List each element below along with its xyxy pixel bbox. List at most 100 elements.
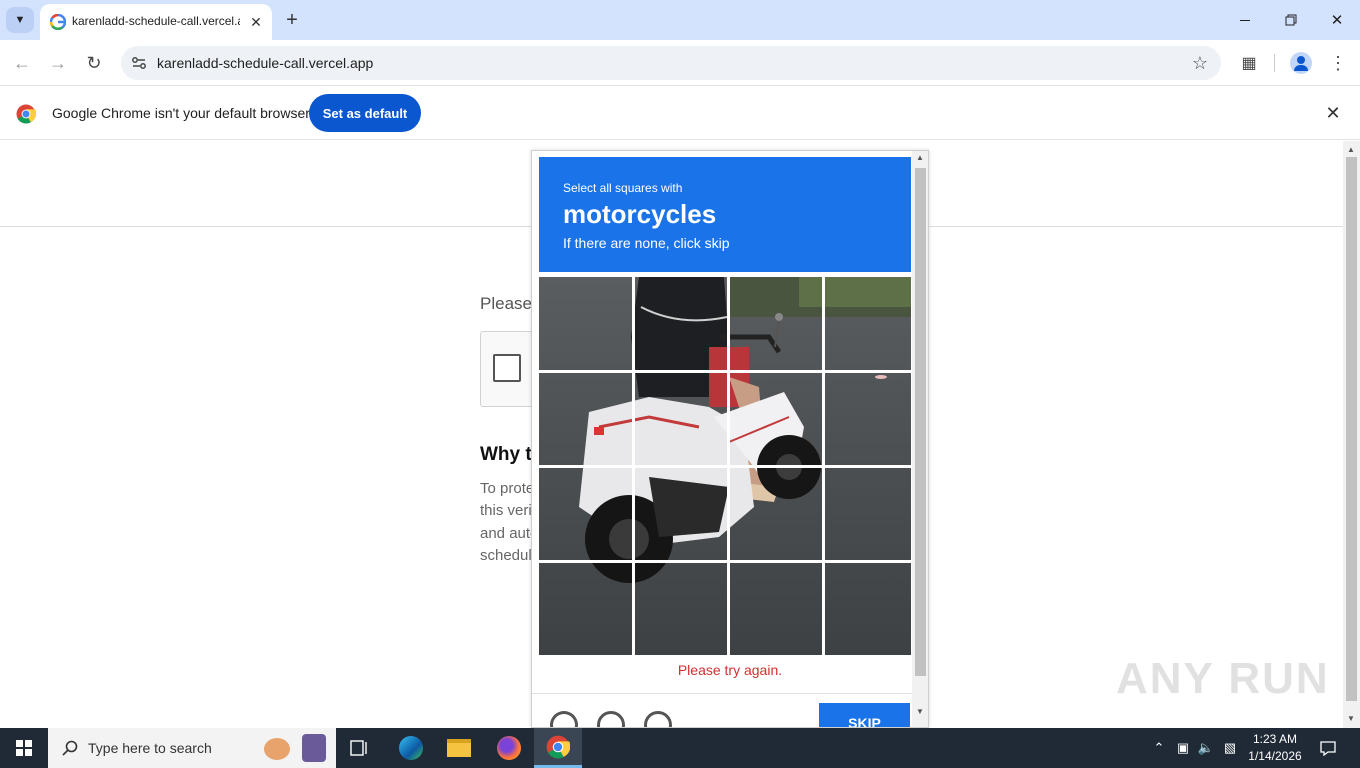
taskbar-edge[interactable]	[387, 728, 435, 768]
search-highlight-image-icon	[260, 732, 332, 764]
taskbar-firefox[interactable]	[485, 728, 533, 768]
why-text-line: this veri	[480, 502, 532, 519]
default-browser-infobar: Google Chrome isn't your default browser…	[0, 87, 1360, 140]
back-button[interactable]: ←	[9, 50, 35, 76]
page-scrollbar-thumb[interactable]	[1346, 157, 1357, 701]
verification-prompt: Please	[480, 294, 532, 313]
extensions-button[interactable]: ▦	[1236, 50, 1262, 76]
anyrun-watermark: ANY RUN	[1116, 654, 1330, 703]
reload-icon: ↻	[86, 52, 102, 73]
captcha-tile[interactable]	[730, 277, 822, 370]
menu-button[interactable]: ⋮	[1325, 50, 1351, 76]
skip-button[interactable]: SKIP	[819, 703, 910, 727]
avatar-icon	[1290, 52, 1312, 74]
clock-date[interactable]: 1/14/2026	[1246, 749, 1304, 763]
bookmark-star-icon[interactable]: ☆	[1189, 52, 1211, 74]
captcha-tile[interactable]	[825, 563, 911, 655]
folder-icon	[447, 739, 471, 757]
captcha-skip-hint: If there are none, click skip	[563, 235, 730, 251]
close-icon: ✕	[1330, 12, 1344, 29]
url-text: karenladd-schedule-call.vercel.app	[157, 55, 374, 71]
google-favicon-icon	[50, 14, 66, 30]
toolbar-divider	[1274, 54, 1275, 72]
captcha-tile[interactable]	[825, 468, 911, 560]
task-view-icon	[350, 740, 367, 756]
reload-button[interactable]: ↻	[81, 50, 107, 76]
windows-logo-icon	[16, 740, 32, 756]
why-text-line: schedul	[480, 547, 532, 564]
tab-close-button[interactable]: ✕	[246, 12, 266, 32]
captcha-tile[interactable]	[825, 373, 911, 465]
headphones-audio-icon[interactable]	[597, 711, 625, 727]
show-hidden-icons-button[interactable]: ⌃	[1151, 740, 1167, 756]
network-icon[interactable]: ▣	[1175, 740, 1191, 756]
search-placeholder: Type here to search	[88, 740, 212, 756]
captcha-instructions: Select all squares with motorcycles If t…	[539, 157, 911, 272]
plus-icon: +	[286, 8, 298, 31]
keyboard-input-icon[interactable]: ▧	[1222, 740, 1238, 756]
captcha-tile[interactable]	[539, 563, 632, 655]
arrow-right-icon: →	[49, 52, 67, 73]
captcha-footer-divider	[532, 693, 912, 694]
info-icon[interactable]	[644, 711, 672, 727]
captcha-error-message: Please try again.	[677, 662, 783, 678]
tab-search-button[interactable]: ▼	[6, 7, 34, 33]
browser-tab[interactable]: karenladd-schedule-call.vercel.app ✕	[40, 4, 272, 40]
scroll-up-arrow-icon[interactable]: ▲	[916, 153, 924, 162]
captcha-tile[interactable]	[539, 277, 632, 370]
site-info-icon[interactable]	[129, 53, 149, 73]
clock-time[interactable]: 1:23 AM	[1250, 732, 1300, 746]
restore-icon	[1285, 14, 1297, 26]
captcha-image-grid	[539, 277, 911, 655]
firefox-icon	[497, 736, 521, 760]
minimize-button[interactable]	[1222, 0, 1268, 40]
captcha-tile[interactable]	[539, 373, 632, 465]
chevron-up-icon: ⌃	[1153, 740, 1165, 755]
forward-button[interactable]: →	[45, 50, 71, 76]
profile-button[interactable]	[1288, 50, 1314, 76]
captcha-tile[interactable]	[730, 373, 822, 465]
scroll-up-arrow-icon[interactable]: ▲	[1347, 145, 1355, 154]
infobar-message: Google Chrome isn't your default browser	[52, 105, 310, 121]
volume-icon[interactable]: 🔈	[1198, 740, 1214, 756]
captcha-challenge-popup: Select all squares with motorcycles If t…	[531, 150, 929, 728]
captcha-tile[interactable]	[635, 373, 727, 465]
why-heading: Why t	[480, 444, 532, 465]
taskbar-search-box[interactable]: Type here to search	[48, 728, 336, 768]
captcha-tile[interactable]	[539, 468, 632, 560]
why-text-line: and auto	[480, 525, 539, 542]
close-window-button[interactable]: ✕	[1314, 0, 1360, 40]
captcha-scrollbar-thumb[interactable]	[915, 168, 926, 676]
notifications-button[interactable]	[1320, 740, 1336, 756]
infobar-close-button[interactable]: ✕	[1322, 102, 1344, 124]
scroll-down-arrow-icon[interactable]: ▼	[1347, 714, 1355, 723]
minimize-icon	[1240, 19, 1250, 21]
notification-icon	[1320, 741, 1336, 756]
captcha-tile[interactable]	[635, 277, 727, 370]
new-tab-button[interactable]: +	[280, 8, 304, 32]
start-button[interactable]	[0, 728, 48, 768]
scroll-down-arrow-icon[interactable]: ▼	[916, 707, 924, 716]
taskbar-file-explorer[interactable]	[435, 728, 483, 768]
why-text-line: To prote	[480, 480, 535, 497]
captcha-keyword: motorcycles	[563, 199, 717, 229]
page-scrollbar[interactable]: ▲ ▼	[1343, 141, 1360, 728]
captcha-tile[interactable]	[730, 468, 822, 560]
close-icon: ✕	[250, 13, 262, 30]
chrome-logo-icon	[16, 104, 36, 124]
captcha-tile[interactable]	[825, 277, 911, 370]
captcha-scrollbar[interactable]: ▲ ▼	[912, 151, 928, 727]
captcha-tile[interactable]	[635, 563, 727, 655]
task-view-button[interactable]	[336, 728, 384, 768]
address-bar[interactable]: karenladd-schedule-call.vercel.app ☆	[121, 46, 1221, 80]
taskbar-chrome[interactable]	[534, 728, 582, 768]
set-as-default-button[interactable]: Set as default	[309, 94, 421, 132]
arrow-left-icon: ←	[13, 52, 31, 73]
edge-icon	[399, 736, 423, 760]
browser-toolbar: ← → ↻ karenladd-schedule-call.vercel.app…	[0, 40, 1360, 86]
restore-button[interactable]	[1268, 0, 1314, 40]
recaptcha-checkbox[interactable]	[493, 354, 521, 382]
captcha-tile[interactable]	[635, 468, 727, 560]
reload-challenge-icon[interactable]	[550, 711, 578, 727]
captcha-tile[interactable]	[730, 563, 822, 655]
